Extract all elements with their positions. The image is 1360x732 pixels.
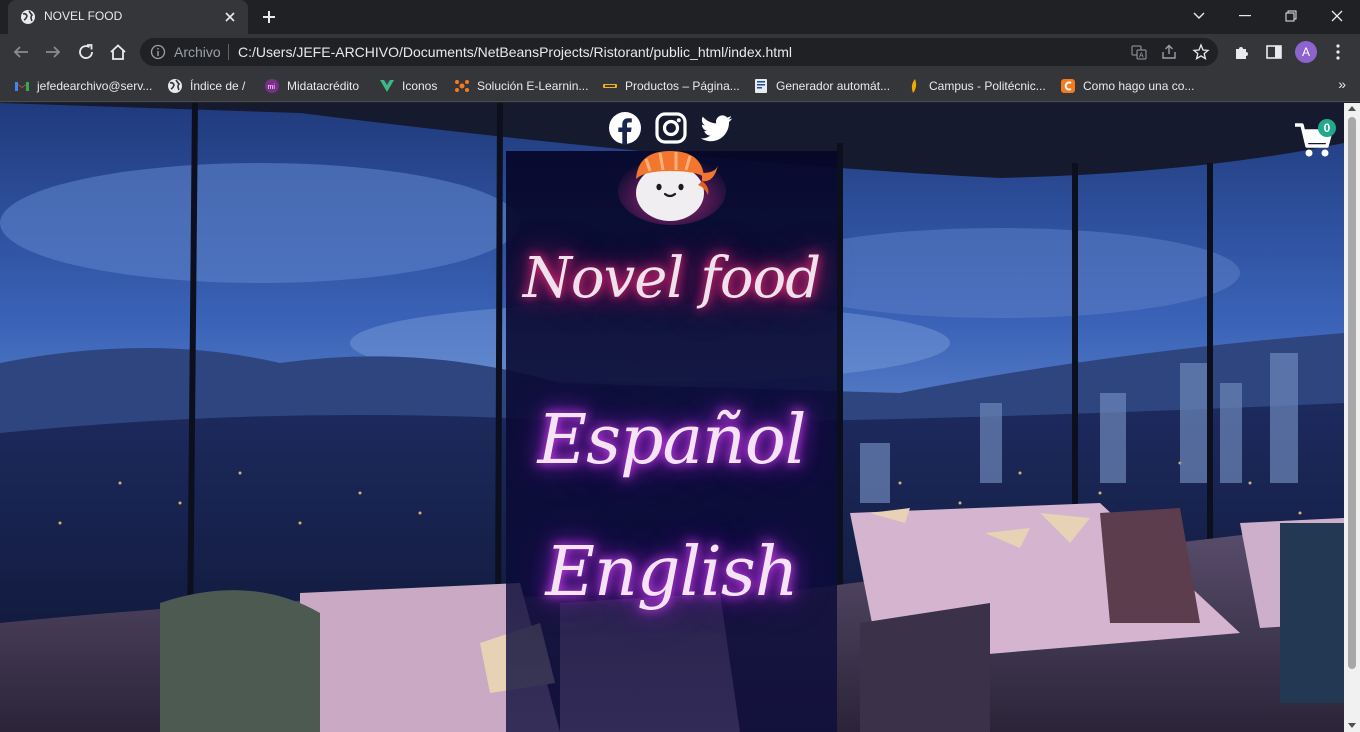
puzzle-icon bbox=[1236, 47, 1248, 59]
reload-icon bbox=[79, 44, 93, 59]
instagram-icon[interactable] bbox=[654, 111, 688, 145]
side-panel-button[interactable] bbox=[1262, 40, 1286, 64]
bookmark-label: Índice de / bbox=[190, 79, 246, 93]
restore-button[interactable] bbox=[1268, 0, 1314, 32]
c-icon bbox=[1061, 79, 1075, 93]
close-tab-icon[interactable] bbox=[222, 9, 238, 25]
minimize-button[interactable] bbox=[1222, 0, 1268, 32]
bookmark-label: Midatacrédito bbox=[287, 79, 360, 93]
brand-title: Novel food bbox=[522, 246, 821, 311]
language-option-english[interactable]: English bbox=[506, 533, 837, 612]
bookmark-label: Como hago una co... bbox=[1083, 79, 1195, 93]
scroll-down-arrow-icon[interactable] bbox=[1348, 723, 1356, 728]
bookmarks-overflow-icon[interactable]: » bbox=[1338, 76, 1346, 92]
tab-search-button[interactable] bbox=[1176, 0, 1222, 32]
info-icon[interactable] bbox=[150, 44, 166, 60]
bookmarks-bar: jefedearchivo@serv... Índice de / mi Mid… bbox=[0, 70, 1360, 102]
sushi-mascot-logo bbox=[618, 151, 726, 225]
bookmark-productos[interactable]: Productos – Página... bbox=[602, 77, 740, 95]
home-button[interactable] bbox=[106, 40, 130, 64]
bookmark-label: Solución E-Learnin... bbox=[477, 79, 589, 93]
back-button[interactable] bbox=[9, 40, 33, 64]
scroll-up-arrow-icon[interactable] bbox=[1348, 106, 1356, 111]
restore-icon bbox=[1285, 10, 1297, 22]
menu-button[interactable] bbox=[1326, 40, 1350, 64]
bookmark-label: Productos – Página... bbox=[625, 79, 740, 93]
browser-toolbar: Archivo C:/Users/JEFE-ARCHIVO/Documents/… bbox=[0, 34, 1360, 70]
bookmark-gmail[interactable]: jefedearchivo@serv... bbox=[14, 77, 152, 95]
globe-icon bbox=[168, 79, 182, 93]
language-option-spanish[interactable]: Español bbox=[506, 401, 837, 480]
bookmark-label: jefedearchivo@serv... bbox=[37, 79, 153, 93]
elearning-icon bbox=[455, 80, 469, 92]
vue-icon bbox=[380, 80, 394, 92]
bookmark-midatacredito[interactable]: mi Midatacrédito bbox=[264, 77, 359, 95]
svg-text:A: A bbox=[1139, 53, 1144, 60]
minimize-icon bbox=[1239, 15, 1251, 17]
bookmark-elearning[interactable]: Solución E-Learnin... bbox=[454, 77, 588, 95]
globe-icon bbox=[21, 10, 35, 24]
address-bar[interactable]: Archivo C:/Users/JEFE-ARCHIVO/Documents/… bbox=[140, 38, 1218, 66]
browser-tab[interactable]: NOVEL FOOD bbox=[8, 0, 248, 34]
products-icon bbox=[603, 84, 617, 88]
share-icon[interactable] bbox=[1160, 43, 1178, 61]
close-window-button[interactable] bbox=[1314, 0, 1360, 32]
bookmark-label: Generador automát... bbox=[776, 79, 891, 93]
svg-text:mi: mi bbox=[268, 84, 276, 91]
forward-button[interactable] bbox=[41, 40, 65, 64]
address-url[interactable]: C:/Users/JEFE-ARCHIVO/Documents/NetBeans… bbox=[238, 44, 792, 60]
page-scrollbar[interactable] bbox=[1344, 103, 1360, 732]
arrow-left-icon bbox=[13, 46, 28, 58]
side-panel-icon bbox=[1266, 45, 1282, 59]
document-icon bbox=[755, 79, 767, 93]
bookmark-iconos[interactable]: Iconos bbox=[379, 77, 437, 95]
kebab-menu-icon bbox=[1336, 44, 1340, 60]
bookmark-generador[interactable]: Generador automát... bbox=[753, 77, 890, 95]
gmail-icon bbox=[15, 82, 29, 91]
extensions-button[interactable] bbox=[1230, 40, 1254, 64]
new-tab-icon[interactable] bbox=[259, 7, 279, 27]
arrow-right-icon bbox=[46, 46, 61, 58]
reload-button[interactable] bbox=[74, 40, 98, 64]
tab-strip: NOVEL FOOD bbox=[0, 0, 1360, 34]
bookmark-indice[interactable]: Índice de / bbox=[167, 77, 245, 95]
star-icon[interactable] bbox=[1192, 43, 1210, 61]
bookmark-como-hago[interactable]: Como hago una co... bbox=[1060, 77, 1194, 95]
scrollbar-thumb[interactable] bbox=[1348, 117, 1356, 669]
tab-title: NOVEL FOOD bbox=[44, 9, 123, 23]
facebook-icon[interactable] bbox=[608, 111, 642, 145]
bookmark-campus[interactable]: Campus - Politécnic... bbox=[906, 77, 1046, 95]
language-selection-panel: Novel food Español English bbox=[506, 151, 837, 732]
bookmark-label: Iconos bbox=[402, 79, 438, 93]
translate-icon[interactable]: A bbox=[1130, 43, 1148, 61]
address-divider bbox=[228, 44, 229, 60]
page-viewport: Novel food Español English bbox=[0, 103, 1344, 732]
profile-avatar[interactable]: A bbox=[1295, 41, 1317, 63]
twitter-icon[interactable] bbox=[700, 111, 734, 145]
home-icon bbox=[110, 44, 126, 60]
cart-count-badge: 0 bbox=[1318, 119, 1336, 137]
midatacredito-icon: mi bbox=[265, 79, 279, 93]
bookmark-label: Campus - Politécnic... bbox=[929, 79, 1046, 93]
close-icon bbox=[1331, 10, 1343, 22]
address-scheme: Archivo bbox=[174, 44, 221, 60]
campus-icon bbox=[911, 79, 917, 93]
chevron-down-icon bbox=[1193, 12, 1205, 19]
